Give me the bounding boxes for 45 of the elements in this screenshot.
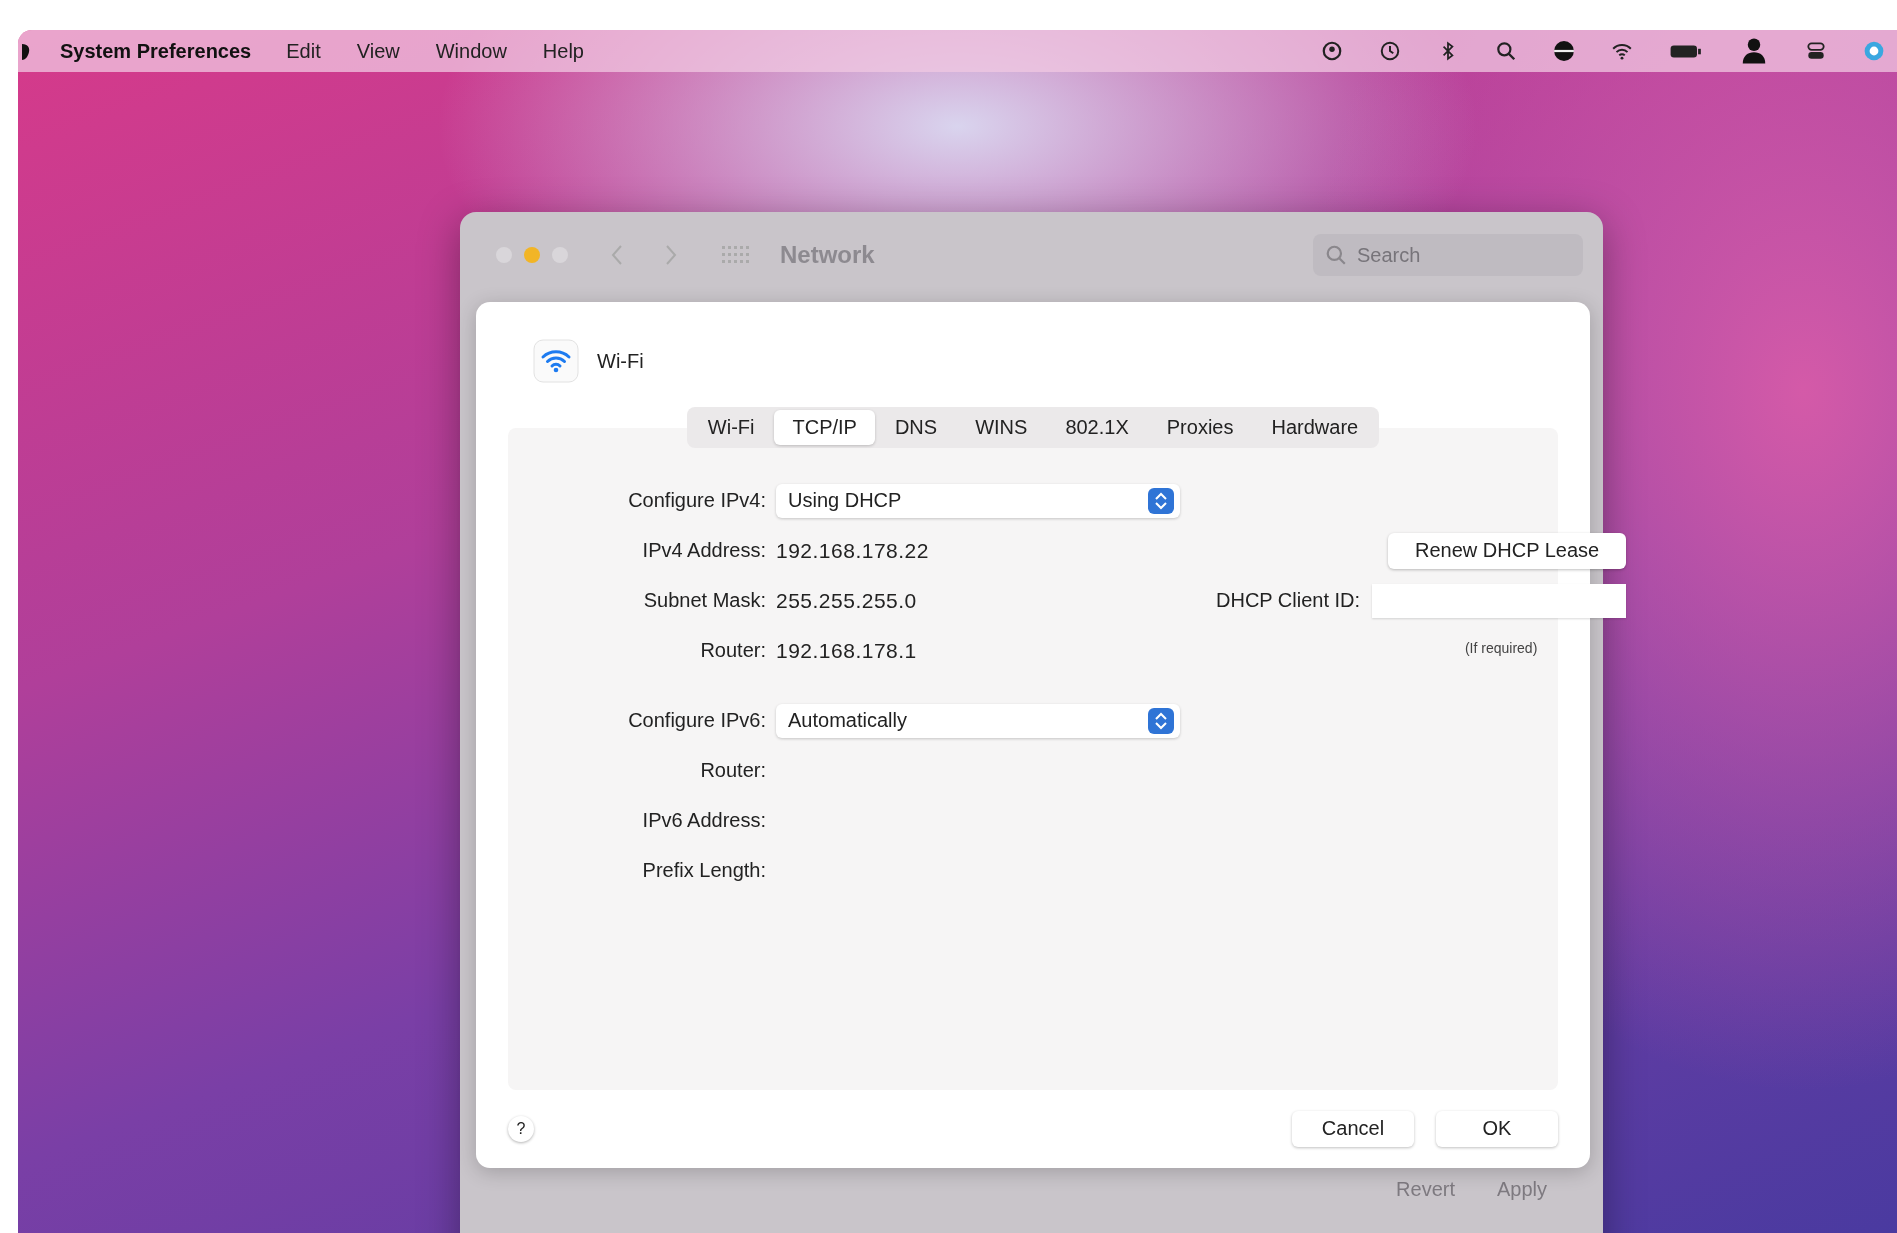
dropdown[interactable]: Using DHCP — [776, 483, 1180, 518]
tab[interactable]: Proxies — [1148, 409, 1252, 445]
field-label: Configure IPv6: — [627, 709, 766, 733]
clock-icon[interactable] — [1379, 40, 1401, 62]
field-label: Router: — [699, 759, 766, 783]
menu-item[interactable]: View — [356, 39, 400, 63]
tab[interactable]: WINS — [957, 409, 1046, 445]
tab[interactable]: 802.1X — [1047, 409, 1147, 445]
field-label: DHCP Client ID: — [1216, 589, 1361, 613]
hint-text: (If required) — [1463, 639, 1539, 656]
window-title: Network — [780, 241, 875, 269]
renew-button[interactable]: Renew DHCP Lease — [1388, 532, 1627, 569]
dialog-button[interactable]: Cancel — [1292, 1110, 1414, 1147]
client-id-field[interactable] — [1372, 583, 1627, 618]
app-menu[interactable]: System Preferences — [60, 39, 252, 63]
field-value: 192.168.178.1 — [776, 638, 917, 662]
field-label: Subnet Mask: — [642, 589, 766, 613]
field-label: IPv4 Address: — [641, 539, 766, 563]
search-icon[interactable] — [1495, 40, 1517, 62]
service-name: Wi-Fi — [597, 349, 644, 373]
stepper-icon — [1148, 707, 1174, 734]
tab[interactable]: Hardware — [1253, 409, 1377, 445]
control-center-icon[interactable] — [1805, 40, 1827, 62]
menu-item[interactable]: Window — [435, 39, 507, 63]
dialog-button[interactable]: OK — [1436, 1110, 1558, 1147]
field-value: 255.255.255.0 — [776, 588, 917, 612]
dropdown[interactable]: Automatically — [776, 703, 1180, 738]
half-circle-icon[interactable] — [1553, 40, 1575, 62]
field-label: IPv6 Address: — [641, 809, 766, 833]
menu-item[interactable]: Edit — [286, 39, 321, 63]
field-label: Configure IPv4: — [627, 489, 766, 513]
tab[interactable]: TCP/IP — [774, 409, 875, 445]
field-label: Prefix Length: — [641, 859, 766, 883]
wifi-icon — [533, 339, 579, 384]
stepper-icon — [1148, 487, 1174, 514]
tab[interactable]: Wi-Fi — [689, 409, 773, 445]
search-field[interactable]: Search — [1313, 234, 1583, 276]
menu-item[interactable]: Help — [542, 39, 584, 63]
siri-icon[interactable] — [1863, 40, 1885, 62]
help-button[interactable]: ? — [508, 1115, 534, 1142]
tab[interactable]: DNS — [876, 409, 956, 445]
user-circle-icon[interactable] — [1321, 40, 1343, 62]
search-icon — [1325, 244, 1347, 266]
field-label: Router: — [699, 639, 766, 663]
field-value: 192.168.178.22 — [776, 538, 929, 562]
